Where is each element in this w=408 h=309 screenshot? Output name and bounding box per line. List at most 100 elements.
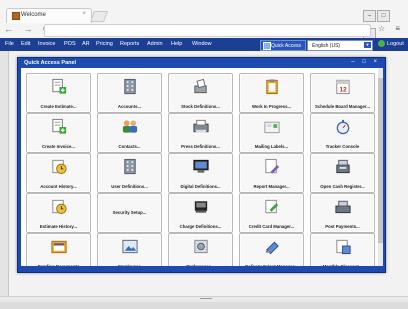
logout-button[interactable]: Logout [378, 40, 404, 47]
maximize-icon[interactable]: □ [377, 10, 390, 22]
contacts-label: Contacts... [118, 144, 141, 149]
accounts-building-icon [121, 78, 139, 95]
quick-access-icon [263, 42, 271, 50]
pending-documents-icon [50, 238, 68, 255]
tracker-console-button[interactable]: Tracker Console [310, 113, 375, 153]
accounts-button[interactable]: Accounts... [97, 73, 162, 113]
menu-invoice[interactable]: Invoice [38, 41, 55, 47]
invoice-icon [50, 118, 68, 135]
work-in-progress-label: Work In Progress... [251, 104, 292, 109]
menu-pos[interactable]: POS [64, 41, 76, 47]
post-payments-button[interactable]: Post Payments... [310, 193, 375, 233]
menu-ar[interactable]: AR [82, 41, 90, 47]
monthly-closeout-button[interactable]: Monthly Closeout... [310, 233, 375, 266]
account-history-label: Account History... [40, 184, 77, 189]
new-tab-button[interactable] [89, 11, 109, 22]
browser-toolbar-icons[interactable]: ☆ ≡ [378, 24, 404, 33]
create-invoice-button[interactable]: Create Invoice... [26, 113, 91, 153]
create-estimate-button[interactable]: Create Estimate... [26, 73, 91, 113]
stock-definitions-label: Stock Definitions... [181, 104, 220, 109]
cash-register-icon [334, 158, 352, 175]
scrollbar-thumb[interactable] [378, 78, 383, 243]
contacts-button[interactable]: Contacts... [97, 113, 162, 153]
charge-definitions-label: Charge Definitions... [179, 224, 222, 229]
svg-text:12: 12 [339, 87, 347, 94]
employees-button[interactable]: Employees [97, 233, 162, 266]
digital-icon [192, 158, 210, 175]
panel-title: Quick Access Panel [24, 60, 77, 66]
report-manager-button[interactable]: Report Manager... [239, 153, 304, 193]
favicon-icon [12, 12, 20, 20]
menu-admin[interactable]: Admin [147, 41, 163, 47]
menu-window[interactable]: Window [192, 41, 212, 47]
estimate-history-icon [50, 198, 68, 215]
logout-icon [378, 40, 385, 47]
close-tab-icon[interactable]: × [82, 11, 86, 17]
create-invoice-label: Create Invoice... [42, 144, 75, 149]
digital-definitions-button[interactable]: Digital Definitions... [168, 153, 233, 193]
report-icon [263, 158, 281, 175]
closeout-icon [334, 238, 352, 255]
menu-help[interactable]: Help [171, 41, 182, 47]
window-controls: –□× [362, 4, 402, 40]
user-definitions-button[interactable]: User Definitions... [97, 153, 162, 193]
employees-icon [121, 238, 139, 255]
employees-label: Employees [98, 264, 161, 266]
delivery-select-manager-button[interactable]: Delivery Select Manager... [239, 233, 304, 266]
stock-icon [192, 78, 210, 95]
press-icon [192, 118, 210, 135]
stock-definitions-button[interactable]: Stock Definitions... [168, 73, 233, 113]
pending-documents-label: Pending Documents [27, 264, 90, 266]
minimize-icon[interactable]: – [363, 10, 376, 22]
quick-access-label: Quick Access [271, 42, 302, 49]
credit-card-icon [263, 198, 281, 215]
panel-window-controls[interactable]: – □ × [351, 59, 380, 65]
delivery-icon [263, 238, 281, 255]
menu-pricing[interactable]: Pricing [96, 41, 113, 47]
report-manager-label: Report Manager... [253, 184, 290, 189]
open-cash-register-label: Open Cash Register... [320, 184, 365, 189]
user-definitions-label: User Definitions... [111, 184, 148, 189]
credit-card-manager-label: Credit Card Manager... [248, 224, 295, 229]
quick-access-panel: Quick Access Panel – □ × Create Estimate… [17, 57, 386, 273]
account-history-icon [50, 158, 68, 175]
press-definitions-label: Press Definitions... [181, 144, 220, 149]
mailing-labels-button[interactable]: Mailing Labels... [239, 113, 304, 153]
work-in-progress-button[interactable]: Work In Progress... [239, 73, 304, 113]
calendar-icon: 12 [334, 78, 352, 95]
credit-card-manager-button[interactable]: Credit Card Manager... [239, 193, 304, 233]
browser-tab[interactable]: Welcome × [6, 8, 92, 23]
user-definitions-icon [121, 158, 139, 175]
preferences-icon [192, 238, 210, 255]
post-payments-icon [334, 198, 352, 215]
monthly-closeout-label: Monthly Closeout... [311, 264, 374, 266]
browser-chrome: Welcome × –□× ← → C ⟳ ☆ ≡ [0, 0, 408, 40]
language-select[interactable]: English (US) ▼ [307, 40, 373, 51]
security-setup-label: Security Setup... [112, 210, 147, 215]
estimate-icon [50, 78, 68, 95]
menu-reports[interactable]: Reports [120, 41, 139, 47]
address-bar[interactable] [44, 24, 371, 37]
menu-edit[interactable]: Edit [21, 41, 30, 47]
pending-documents-button[interactable]: Pending Documents [26, 233, 91, 266]
open-cash-register-button[interactable]: Open Cash Register... [310, 153, 375, 193]
logout-label: Logout [387, 40, 404, 47]
charge-definitions-button[interactable]: Charge Definitions... [168, 193, 233, 233]
mailing-labels-label: Mailing Labels... [254, 144, 289, 149]
panel-body: Create Estimate... Accounts... Stock Defin… [21, 68, 381, 266]
security-setup-button[interactable]: Security Setup... [97, 193, 162, 233]
estimate-history-button[interactable]: Estimate History... [26, 193, 91, 233]
schedule-board-manager-button[interactable]: 12 Schedule Board Manager... [310, 73, 375, 113]
chevron-down-icon[interactable]: ▼ [364, 42, 371, 48]
charge-icon [192, 198, 210, 215]
post-payments-label: Post Payments... [325, 224, 360, 229]
panel-scrollbar[interactable] [378, 68, 383, 266]
account-history-button[interactable]: Account History... [26, 153, 91, 193]
menu-file[interactable]: File [5, 41, 14, 47]
quick-access-button[interactable]: Quick Access [260, 40, 306, 51]
preferences-button[interactable]: Preferences... [168, 233, 233, 266]
press-definitions-button[interactable]: Press Definitions... [168, 113, 233, 153]
mailing-labels-icon [263, 118, 281, 135]
digital-definitions-label: Digital Definitions... [180, 184, 221, 189]
schedule-board-manager-label: Schedule Board Manager... [315, 104, 370, 109]
